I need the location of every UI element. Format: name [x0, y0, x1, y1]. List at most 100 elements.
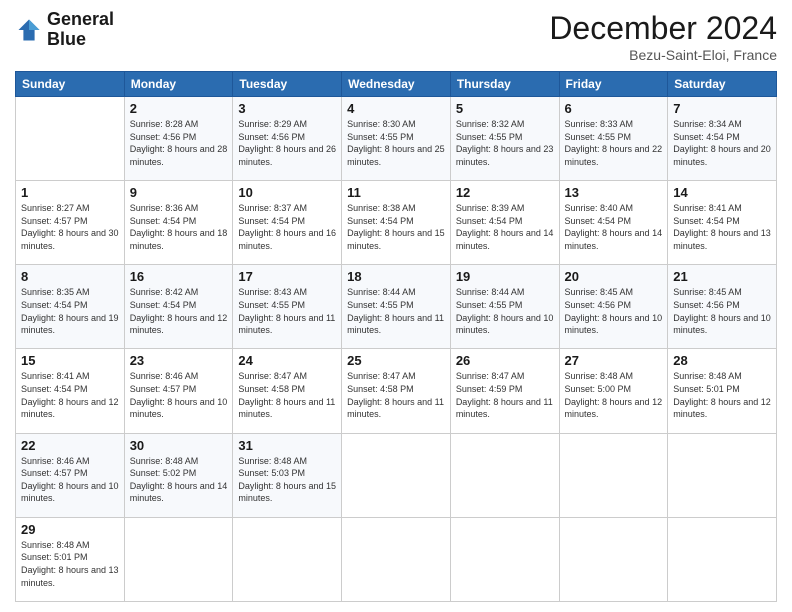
calendar-cell: 11Sunrise: 8:38 AMSunset: 4:54 PMDayligh… — [342, 181, 451, 265]
day-info: Sunrise: 8:47 AMSunset: 4:59 PMDaylight:… — [456, 370, 554, 420]
day-number: 7 — [673, 101, 771, 116]
calendar-row-1: 1Sunrise: 8:27 AMSunset: 4:57 PMDaylight… — [16, 181, 777, 265]
day-number: 3 — [238, 101, 336, 116]
month-title: December 2024 — [549, 10, 777, 47]
day-number: 1 — [21, 185, 119, 200]
header: General Blue December 2024 Bezu-Saint-El… — [15, 10, 777, 63]
calendar-cell: 14 Sunrise: 8:41 AMSunset: 4:54 PMDayligh… — [668, 181, 777, 265]
calendar-cell: 3 Sunrise: 8:29 AMSunset: 4:56 PMDaylight… — [233, 97, 342, 181]
calendar-cell — [124, 517, 233, 601]
calendar-cell: 10Sunrise: 8:37 AMSunset: 4:54 PMDayligh… — [233, 181, 342, 265]
weekday-header-friday: Friday — [559, 72, 668, 97]
calendar-cell — [342, 517, 451, 601]
calendar-cell — [559, 517, 668, 601]
day-info: Sunrise: 8:45 AMSunset: 4:56 PMDaylight:… — [565, 286, 663, 336]
day-number: 13 — [565, 185, 663, 200]
day-info: Sunrise: 8:43 AMSunset: 4:55 PMDaylight:… — [238, 286, 336, 336]
calendar: SundayMondayTuesdayWednesdayThursdayFrid… — [15, 71, 777, 602]
day-info: Sunrise: 8:46 AMSunset: 4:57 PMDaylight:… — [130, 370, 228, 420]
day-number: 28 — [673, 353, 771, 368]
weekday-header-monday: Monday — [124, 72, 233, 97]
calendar-cell — [668, 517, 777, 601]
day-number: 21 — [673, 269, 771, 284]
page-container: General Blue December 2024 Bezu-Saint-El… — [0, 0, 792, 612]
calendar-row-4: 22Sunrise: 8:46 AMSunset: 4:57 PMDayligh… — [16, 433, 777, 517]
day-number: 6 — [565, 101, 663, 116]
calendar-cell: 6Sunrise: 8:33 AMSunset: 4:55 PMDaylight… — [559, 97, 668, 181]
day-info: Sunrise: 8:41 AMSunset: 4:54 PMDaylight:… — [673, 202, 771, 252]
day-number: 14 — [673, 185, 771, 200]
day-number: 20 — [565, 269, 663, 284]
day-info: Sunrise: 8:32 AMSunset: 4:55 PMDaylight:… — [456, 118, 554, 168]
day-info: Sunrise: 8:48 AMSunset: 5:03 PMDaylight:… — [238, 455, 336, 505]
calendar-cell — [450, 517, 559, 601]
calendar-row-2: 8Sunrise: 8:35 AMSunset: 4:54 PMDaylight… — [16, 265, 777, 349]
day-info: Sunrise: 8:48 AMSunset: 5:00 PMDaylight:… — [565, 370, 663, 420]
day-info: Sunrise: 8:47 AMSunset: 4:58 PMDaylight:… — [238, 370, 336, 420]
calendar-row-5: 29 Sunrise: 8:48 AMSunset: 5:01 PMDayligh… — [16, 517, 777, 601]
day-number: 2 — [130, 101, 228, 116]
day-info: Sunrise: 8:41 AMSunset: 4:54 PMDaylight:… — [21, 370, 119, 420]
calendar-cell: 29 Sunrise: 8:48 AMSunset: 5:01 PMDayligh… — [16, 517, 125, 601]
day-info: Sunrise: 8:48 AMSunset: 5:01 PMDaylight:… — [21, 539, 119, 589]
calendar-cell: 5 Sunrise: 8:32 AMSunset: 4:55 PMDaylight… — [450, 97, 559, 181]
day-info: Sunrise: 8:47 AMSunset: 4:58 PMDaylight:… — [347, 370, 445, 420]
day-number: 24 — [238, 353, 336, 368]
day-number: 17 — [238, 269, 336, 284]
calendar-cell — [233, 517, 342, 601]
day-info: Sunrise: 8:45 AMSunset: 4:56 PMDaylight:… — [673, 286, 771, 336]
calendar-cell: 9 Sunrise: 8:36 AMSunset: 4:54 PMDaylight… — [124, 181, 233, 265]
day-info: Sunrise: 8:38 AMSunset: 4:54 PMDaylight:… — [347, 202, 445, 252]
calendar-cell: 7 Sunrise: 8:34 AMSunset: 4:54 PMDaylight… — [668, 97, 777, 181]
day-info: Sunrise: 8:42 AMSunset: 4:54 PMDaylight:… — [130, 286, 228, 336]
calendar-cell: 31 Sunrise: 8:48 AMSunset: 5:03 PMDayligh… — [233, 433, 342, 517]
day-info: Sunrise: 8:48 AMSunset: 5:02 PMDaylight:… — [130, 455, 228, 505]
day-number: 26 — [456, 353, 554, 368]
day-number: 18 — [347, 269, 445, 284]
day-info: Sunrise: 8:36 AMSunset: 4:54 PMDaylight:… — [130, 202, 228, 252]
day-info: Sunrise: 8:48 AMSunset: 5:01 PMDaylight:… — [673, 370, 771, 420]
calendar-cell — [450, 433, 559, 517]
location: Bezu-Saint-Eloi, France — [549, 47, 777, 63]
calendar-cell — [559, 433, 668, 517]
calendar-cell: 8Sunrise: 8:35 AMSunset: 4:54 PMDaylight… — [16, 265, 125, 349]
day-info: Sunrise: 8:39 AMSunset: 4:54 PMDaylight:… — [456, 202, 554, 252]
calendar-cell: 19 Sunrise: 8:44 AMSunset: 4:55 PMDayligh… — [450, 265, 559, 349]
day-number: 19 — [456, 269, 554, 284]
calendar-cell: 20 Sunrise: 8:45 AMSunset: 4:56 PMDayligh… — [559, 265, 668, 349]
day-number: 4 — [347, 101, 445, 116]
weekday-header-sunday: Sunday — [16, 72, 125, 97]
calendar-cell: 12Sunrise: 8:39 AMSunset: 4:54 PMDayligh… — [450, 181, 559, 265]
day-info: Sunrise: 8:34 AMSunset: 4:54 PMDaylight:… — [673, 118, 771, 168]
calendar-cell: 27Sunrise: 8:48 AMSunset: 5:00 PMDayligh… — [559, 349, 668, 433]
logo: General Blue — [15, 10, 114, 50]
day-number: 31 — [238, 438, 336, 453]
day-number: 9 — [130, 185, 228, 200]
day-number: 8 — [21, 269, 119, 284]
calendar-cell: 4Sunrise: 8:30 AMSunset: 4:55 PMDaylight… — [342, 97, 451, 181]
calendar-cell: 15 Sunrise: 8:41 AMSunset: 4:54 PMDayligh… — [16, 349, 125, 433]
calendar-cell: 1Sunrise: 8:27 AMSunset: 4:57 PMDaylight… — [16, 181, 125, 265]
day-number: 22 — [21, 438, 119, 453]
day-info: Sunrise: 8:29 AMSunset: 4:56 PMDaylight:… — [238, 118, 336, 168]
calendar-cell: 25Sunrise: 8:47 AMSunset: 4:58 PMDayligh… — [342, 349, 451, 433]
calendar-cell: 24 Sunrise: 8:47 AMSunset: 4:58 PMDayligh… — [233, 349, 342, 433]
calendar-cell — [342, 433, 451, 517]
calendar-cell — [668, 433, 777, 517]
calendar-row-3: 15 Sunrise: 8:41 AMSunset: 4:54 PMDayligh… — [16, 349, 777, 433]
title-block: December 2024 Bezu-Saint-Eloi, France — [549, 10, 777, 63]
weekday-header-row: SundayMondayTuesdayWednesdayThursdayFrid… — [16, 72, 777, 97]
weekday-header-saturday: Saturday — [668, 72, 777, 97]
calendar-cell — [16, 97, 125, 181]
calendar-cell: 22Sunrise: 8:46 AMSunset: 4:57 PMDayligh… — [16, 433, 125, 517]
day-number: 29 — [21, 522, 119, 537]
day-info: Sunrise: 8:44 AMSunset: 4:55 PMDaylight:… — [456, 286, 554, 336]
calendar-row-0: 2Sunrise: 8:28 AMSunset: 4:56 PMDaylight… — [16, 97, 777, 181]
weekday-header-thursday: Thursday — [450, 72, 559, 97]
calendar-cell: 2Sunrise: 8:28 AMSunset: 4:56 PMDaylight… — [124, 97, 233, 181]
weekday-header-wednesday: Wednesday — [342, 72, 451, 97]
logo-text: General Blue — [47, 10, 114, 50]
calendar-cell: 13Sunrise: 8:40 AMSunset: 4:54 PMDayligh… — [559, 181, 668, 265]
day-number: 5 — [456, 101, 554, 116]
day-number: 15 — [21, 353, 119, 368]
